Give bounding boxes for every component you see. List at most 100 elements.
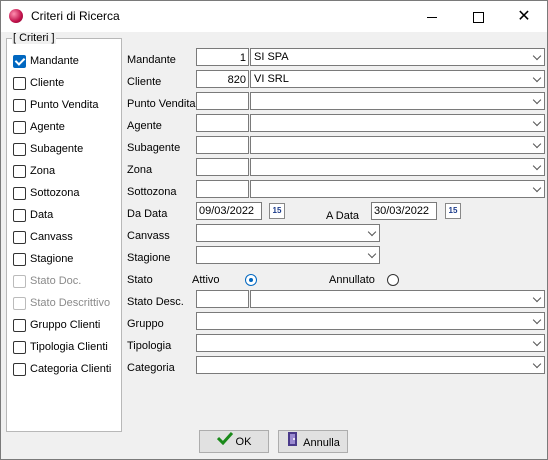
checkbox-box[interactable] — [13, 363, 26, 376]
stato-attivo-radio[interactable] — [245, 274, 257, 286]
chevron-down-icon — [532, 315, 542, 325]
categoria-label: Categoria — [127, 362, 175, 374]
chevron-down-icon — [532, 139, 542, 149]
sottozona-combo[interactable] — [250, 180, 545, 198]
subagente-combo[interactable] — [250, 136, 545, 154]
stato-label: Stato — [127, 274, 153, 286]
stato-desc-combo[interactable] — [250, 290, 545, 308]
title-bar: Criteri di Ricerca ✕ — [1, 1, 547, 32]
chevron-down-icon — [532, 95, 542, 105]
mandante-label: Mandante — [127, 54, 176, 66]
da-data-calendar-icon[interactable]: 15 — [269, 203, 285, 219]
checkbox-label: Stagione — [30, 253, 74, 265]
checkbox-label: Cliente — [30, 77, 65, 89]
canvass-combo[interactable] — [196, 224, 380, 242]
a-data-label: A Data — [326, 210, 360, 222]
zona-code-input[interactable] — [196, 158, 249, 176]
cliente-value: VI SRL — [254, 73, 289, 85]
checkbox-label: Stato Descrittivo — [30, 297, 111, 309]
zona-combo[interactable] — [250, 158, 545, 176]
checkbox-box[interactable] — [13, 341, 26, 354]
checkbox-box[interactable] — [13, 231, 26, 244]
checkbox-label: Categoria Clienti — [30, 363, 112, 375]
sottozona-code-input[interactable] — [196, 180, 249, 198]
chevron-down-icon — [532, 161, 542, 171]
stagione-label: Stagione — [127, 252, 171, 264]
checkbox-box[interactable] — [13, 55, 26, 68]
checkbox-label: Mandante — [30, 55, 79, 67]
criteria-group-label: [ Criteri ] — [12, 32, 56, 44]
da-data-input[interactable]: 09/03/2022 — [196, 202, 262, 220]
checkbox-label: Subagente — [30, 143, 84, 155]
stato-desc-code-input[interactable] — [196, 290, 249, 308]
punto-vendita-combo[interactable] — [250, 92, 545, 110]
checkmark-icon — [216, 431, 233, 453]
chevron-down-icon — [532, 183, 542, 193]
agente-combo[interactable] — [250, 114, 545, 132]
tipologia-combo[interactable] — [196, 334, 545, 352]
stato-desc-label: Stato Desc. — [127, 296, 184, 308]
checkbox-label: Tipologia Clienti — [30, 341, 108, 353]
stagione-combo[interactable] — [196, 246, 380, 264]
cliente-label: Cliente — [127, 76, 162, 88]
gruppo-combo[interactable] — [196, 312, 545, 330]
maximize-icon — [472, 11, 484, 23]
a-data-calendar-icon[interactable]: 15 — [445, 203, 461, 219]
tipologia-label: Tipologia — [127, 340, 172, 352]
stato-annullato-label: Annullato — [329, 274, 375, 286]
mandante-value: SI SPA — [254, 51, 289, 63]
checkbox-box[interactable] — [13, 187, 26, 200]
sottozona-label: Sottozona — [127, 186, 177, 198]
maximize-button[interactable] — [455, 1, 501, 32]
gruppo-label: Gruppo — [127, 318, 164, 330]
checkbox-label: Sottozona — [30, 187, 80, 199]
categoria-combo[interactable] — [196, 356, 545, 374]
mandante-combo[interactable]: SI SPA — [250, 48, 545, 66]
app-icon — [9, 9, 23, 23]
checkbox-label: Data — [30, 209, 54, 221]
chevron-down-icon — [367, 249, 377, 259]
mandante-code-input[interactable]: 1 — [196, 48, 249, 66]
canvass-label: Canvass — [127, 230, 170, 242]
checkbox-box[interactable] — [13, 165, 26, 178]
door-exit-icon — [286, 431, 300, 455]
checkbox-box[interactable] — [13, 143, 26, 156]
checkbox-box[interactable] — [13, 253, 26, 266]
cliente-code-input[interactable]: 820 — [196, 70, 249, 88]
a-data-input[interactable]: 30/03/2022 — [371, 202, 437, 220]
close-button[interactable]: ✕ — [501, 1, 547, 32]
da-data-label: Da Data — [127, 208, 168, 220]
window-title: Criteri di Ricerca — [31, 9, 120, 23]
agente-label: Agente — [127, 120, 162, 132]
zona-label: Zona — [127, 164, 153, 176]
agente-code-input[interactable] — [196, 114, 249, 132]
checkbox-box[interactable] — [13, 121, 26, 134]
checkbox-box[interactable] — [13, 319, 26, 332]
checkbox-box[interactable] — [13, 99, 26, 112]
punto-vendita-label: Punto Vendita — [127, 98, 196, 110]
checkbox-box[interactable] — [13, 77, 26, 90]
checkbox-label: Gruppo Clienti — [30, 319, 101, 331]
chevron-down-icon — [532, 51, 542, 61]
ok-button[interactable]: OK — [199, 430, 269, 453]
minimize-button[interactable] — [409, 1, 455, 32]
minimize-icon — [427, 16, 437, 18]
chevron-down-icon — [532, 73, 542, 83]
checkbox-label: Zona — [30, 165, 56, 177]
stato-attivo-label: Attivo — [192, 274, 220, 286]
subagente-code-input[interactable] — [196, 136, 249, 154]
stato-annullato-radio[interactable] — [387, 274, 399, 286]
chevron-down-icon — [367, 227, 377, 237]
close-icon: ✕ — [517, 8, 531, 25]
checkbox-label: Punto Vendita — [30, 99, 99, 111]
subagente-label: Subagente — [127, 142, 181, 154]
checkbox-box[interactable] — [13, 209, 26, 222]
cliente-combo[interactable]: VI SRL — [250, 70, 545, 88]
annulla-button[interactable]: Annulla — [278, 430, 348, 453]
checkbox-label: Stato Doc. — [30, 275, 82, 287]
checkbox-label: Canvass — [30, 231, 73, 243]
chevron-down-icon — [532, 337, 542, 347]
punto-vendita-code-input[interactable] — [196, 92, 249, 110]
checkbox-box — [13, 275, 26, 288]
checkbox-label: Agente — [30, 121, 65, 133]
